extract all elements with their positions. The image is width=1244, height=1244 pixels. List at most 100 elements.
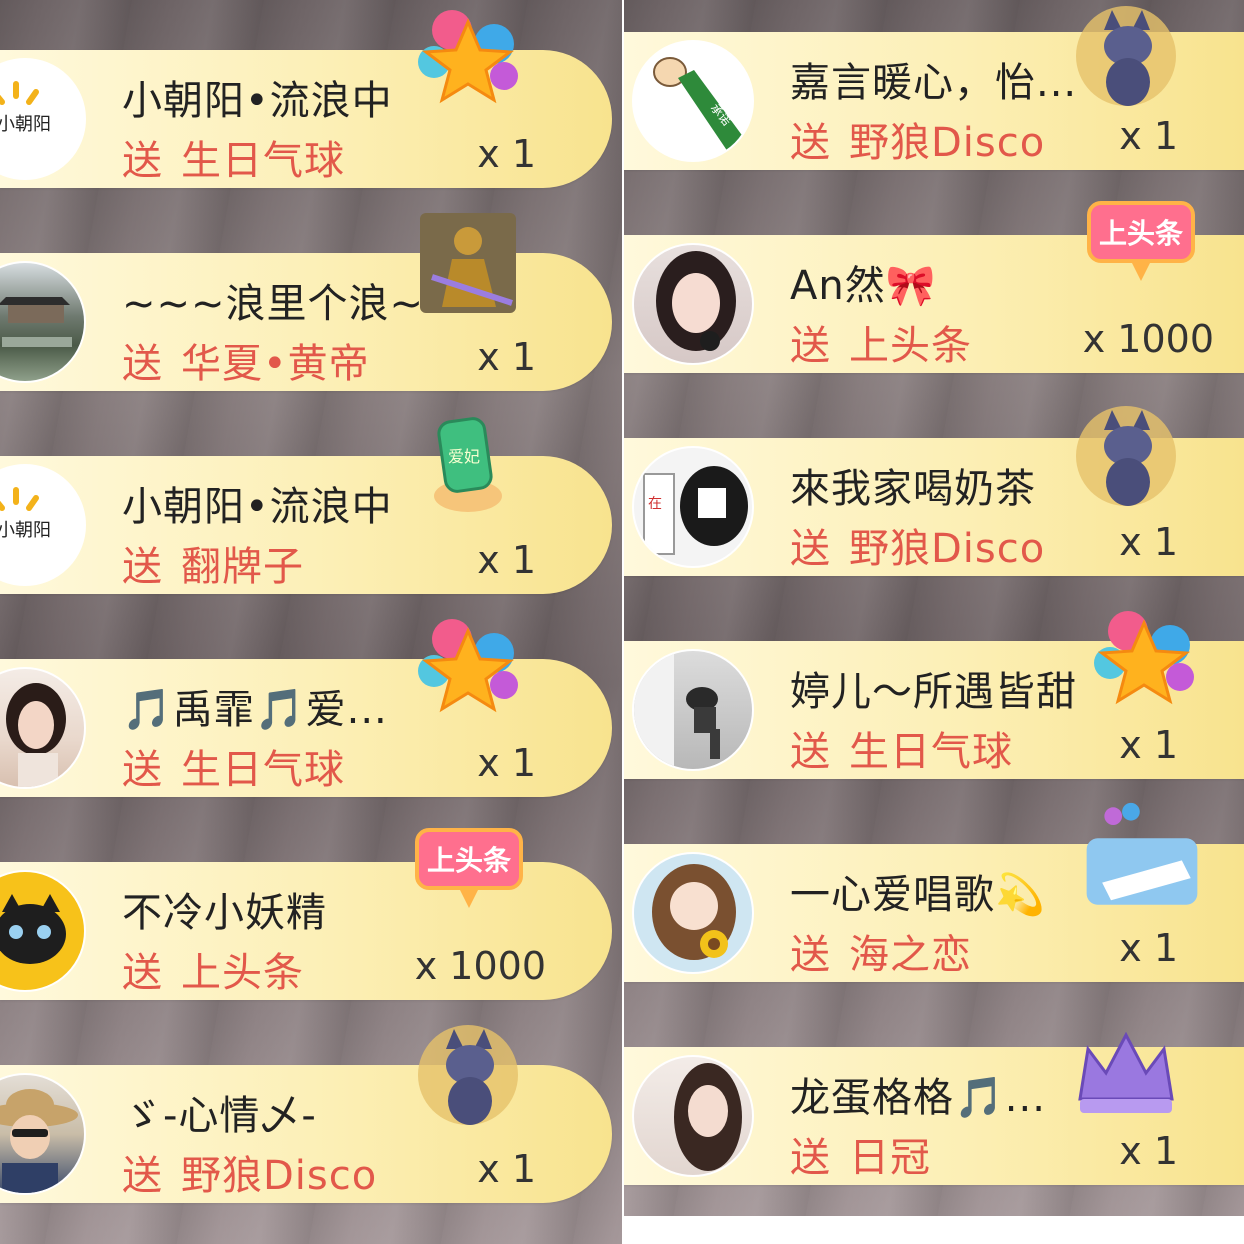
gift-feed-left: 小朝阳 小朝阳•流浪中 送生日气球 x 1 ~~~浪里个浪~~ 送华夏•黄帝 x…	[0, 0, 622, 1244]
gift-verb: 送	[790, 729, 831, 775]
user-avatar[interactable]	[0, 667, 86, 789]
sunflower-girl-avatar-icon	[652, 864, 736, 960]
sender-name: ~~~浪里个浪~~	[122, 281, 459, 327]
gift-name: 日冠	[849, 1135, 931, 1181]
sender-name: 小朝阳•流浪中	[122, 78, 393, 124]
gift-verb: 送	[122, 138, 163, 184]
sender-name: 嘉言暖心，怡...	[790, 60, 1078, 106]
user-avatar[interactable]	[0, 261, 86, 383]
black-hood-avatar-icon: 在	[643, 466, 748, 555]
gift-name: 野狼Disco	[849, 526, 1046, 572]
sender-name: 龙蛋格格🎵...	[790, 1075, 1046, 1121]
garden-pavilion-avatar-icon	[0, 297, 72, 347]
gift-name: 生日气球	[181, 747, 345, 793]
user-avatar[interactable]: 在	[632, 446, 754, 568]
svg-text:小朝阳: 小朝阳	[0, 114, 51, 135]
gift-message-card[interactable]: 婷儿～所遇皆甜 送生日气球 x 1	[624, 611, 1244, 779]
birthday-balloon-icon	[418, 10, 518, 104]
user-avatar[interactable]	[632, 1055, 754, 1177]
user-avatar[interactable]: 小朝阳	[0, 464, 86, 586]
gift-line: 送野狼Disco	[790, 110, 1045, 168]
gift-quantity: x 1	[1119, 114, 1178, 158]
long-hair-girl-avatar-icon	[674, 1063, 742, 1171]
gift-line: 送生日气球	[790, 719, 1013, 777]
jade-tablet-icon: 爱妃	[434, 417, 502, 512]
headline-badge-icon: 上头条	[1087, 201, 1195, 281]
dancer-photo-avatar-icon	[634, 651, 720, 769]
user-avatar[interactable]	[632, 649, 754, 771]
gift-message-card[interactable]: 不冷小妖精 送上头条 x 1000 上头条	[0, 828, 612, 1000]
gift-line: 送日冠	[790, 1125, 931, 1183]
gift-line: 送上头条	[790, 313, 972, 371]
gift-name: 野狼Disco	[181, 1153, 378, 1199]
gift-name: 生日气球	[181, 138, 345, 184]
gift-message-card[interactable]: 龙蛋格格🎵... 送日冠 x 1	[624, 1031, 1244, 1185]
gift-quantity: x 1	[1119, 723, 1178, 767]
wolf-disco-icon	[418, 1025, 518, 1125]
svg-text:爱妃: 爱妃	[448, 447, 480, 466]
gift-verb: 送	[122, 747, 163, 793]
gift-quantity: x 1	[477, 1147, 536, 1191]
gift-verb: 送	[122, 950, 163, 996]
purple-crown-icon	[1078, 1031, 1174, 1113]
gift-quantity: x 1000	[414, 944, 546, 988]
gift-quantity: x 1000	[1082, 317, 1214, 361]
gift-message-card[interactable]: ~~~浪里个浪~~ 送华夏•黄帝 x 1	[0, 213, 612, 391]
gift-quantity: x 1	[1119, 520, 1178, 564]
gift-message-card[interactable]: 小朝阳 小朝阳•流浪中 送生日气球 x 1	[0, 10, 612, 188]
wolf-disco-icon	[1076, 406, 1176, 506]
gift-message-card[interactable]: 小朝阳 小朝阳•流浪中 送翻牌子 x 1 爱妃	[0, 417, 612, 594]
sender-name: 小朝阳•流浪中	[122, 484, 393, 530]
sender-name: 一心爱唱歌💫	[790, 872, 1046, 918]
gift-verb: 送	[122, 1153, 163, 1199]
gift-line: 送生日气球	[122, 128, 345, 186]
gift-message-card[interactable]: 🎵禹霏🎵爱... 送生日气球 x 1	[0, 619, 612, 797]
gift-quantity: x 1	[477, 741, 536, 785]
girl-portrait-avatar-icon	[656, 251, 736, 351]
birthday-balloon-icon	[1094, 611, 1194, 705]
gift-quantity: x 1	[477, 132, 536, 176]
sea-ship-icon	[1086, 802, 1198, 905]
gift-message-card[interactable]: 一心爱唱歌💫 送海之恋 x 1	[624, 802, 1244, 982]
svg-text:上头条: 上头条	[1099, 217, 1183, 250]
headline-badge-icon: 上头条	[415, 828, 523, 908]
sun-logo-avatar-icon: 小朝阳	[0, 81, 51, 135]
user-avatar[interactable]	[0, 1073, 86, 1195]
gift-message-card[interactable]: ゞ-心情乄- 送野狼Disco x 1	[0, 1025, 612, 1203]
wolf-disco-icon	[1076, 6, 1176, 106]
svg-text:在: 在	[648, 496, 662, 512]
gift-message-card[interactable]: An然🎀 送上头条 x 1000 上头条	[624, 201, 1244, 373]
sender-name: 婷儿～所遇皆甜	[790, 669, 1077, 715]
sender-name: ゞ-心情乄-	[122, 1093, 317, 1139]
user-avatar[interactable]	[632, 852, 754, 974]
gift-message-card[interactable]: 承诺 嘉言暖心，怡... 送野狼Disco x 1	[624, 6, 1244, 170]
gift-quantity: x 1	[477, 538, 536, 582]
user-avatar[interactable]: 小朝阳	[0, 58, 86, 180]
gift-verb: 送	[790, 526, 831, 572]
svg-text:上头条: 上头条	[427, 844, 511, 877]
waving-hand-avatar-icon: 承诺	[653, 57, 744, 152]
black-cat-avatar-icon	[0, 894, 66, 964]
user-avatar[interactable]	[0, 870, 86, 992]
gift-line: 送野狼Disco	[790, 516, 1045, 574]
sender-name: 來我家喝奶茶	[790, 466, 1036, 512]
gift-verb: 送	[122, 341, 163, 387]
sender-name: 不冷小妖精	[122, 890, 327, 936]
gift-name: 海之恋	[849, 932, 972, 978]
gift-verb: 送	[790, 932, 831, 978]
gift-name: 翻牌子	[181, 544, 304, 590]
gift-name: 生日气球	[849, 729, 1013, 775]
svg-text:小朝阳: 小朝阳	[0, 520, 51, 541]
gift-quantity: x 1	[1119, 1129, 1178, 1173]
gift-name: 上头条	[181, 950, 304, 996]
gift-line: 送翻牌子	[122, 534, 304, 592]
gift-name: 华夏•黄帝	[181, 341, 370, 387]
gift-verb: 送	[122, 544, 163, 590]
straw-hat-boy-avatar-icon	[0, 1089, 78, 1193]
gift-message-card[interactable]: 在 來我家喝奶茶 送野狼Disco x 1	[624, 406, 1244, 576]
gift-name: 野狼Disco	[849, 120, 1046, 166]
user-avatar[interactable]	[632, 243, 754, 365]
user-avatar[interactable]: 承诺	[632, 40, 754, 162]
gift-line: 送野狼Disco	[122, 1143, 377, 1201]
gift-line: 送海之恋	[790, 922, 972, 980]
